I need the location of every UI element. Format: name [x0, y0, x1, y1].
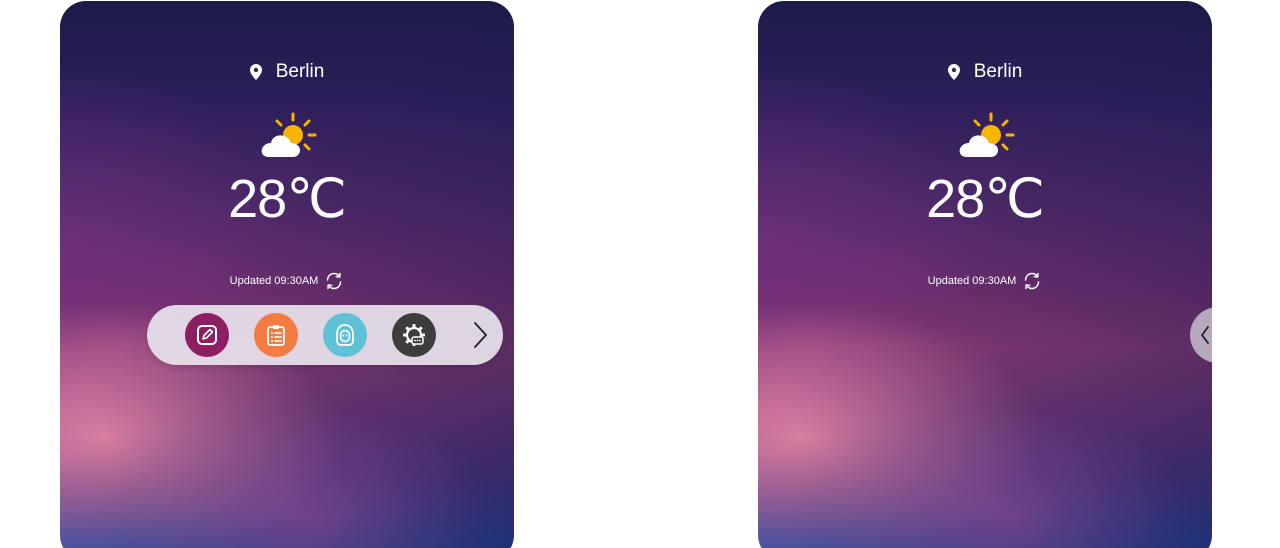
update-status: Updated 09:30AM	[758, 271, 1212, 291]
location-row: Berlin	[60, 61, 514, 83]
notes-app-icon[interactable]	[185, 313, 229, 357]
location-name: Berlin	[973, 61, 1023, 82]
temperature: 28℃	[228, 169, 347, 229]
refresh-icon[interactable]	[324, 271, 344, 291]
updated-time-label: Updated 09:30AM	[927, 275, 1017, 287]
phone-screen-dock-expanded: Berlin 28℃ Updated 09:30AM	[60, 1, 514, 548]
list-icon	[267, 325, 285, 346]
screenshot-canvas: Berlin 28℃ Updated 09:30AM Berlin 28℃ Up…	[0, 0, 1280, 548]
location-pin-icon	[249, 64, 262, 80]
location-row: Berlin	[758, 61, 1212, 83]
checklist-app-icon[interactable]	[254, 313, 298, 357]
gear-icon	[403, 324, 425, 346]
updated-time-label: Updated 09:30AM	[229, 275, 319, 287]
update-status: Updated 09:30AM	[60, 271, 514, 291]
dock-expand-handle[interactable]	[1190, 307, 1212, 363]
chevron-left-icon	[1201, 326, 1209, 344]
settings-app-icon[interactable]	[392, 313, 436, 357]
partly-sunny-icon	[959, 112, 1015, 157]
partly-sunny-icon	[261, 112, 317, 157]
edit-icon	[197, 325, 217, 345]
face-app-icon[interactable]	[323, 313, 367, 357]
phone-screen-dock-collapsed: Berlin 28℃ Updated 09:30AM	[758, 1, 1212, 548]
face-icon	[336, 324, 354, 346]
refresh-icon[interactable]	[1022, 271, 1042, 291]
location-name: Berlin	[275, 61, 325, 82]
app-dock	[147, 305, 503, 365]
location-pin-icon	[947, 64, 960, 80]
chevron-right-icon[interactable]	[469, 319, 491, 351]
temperature: 28℃	[926, 169, 1045, 229]
